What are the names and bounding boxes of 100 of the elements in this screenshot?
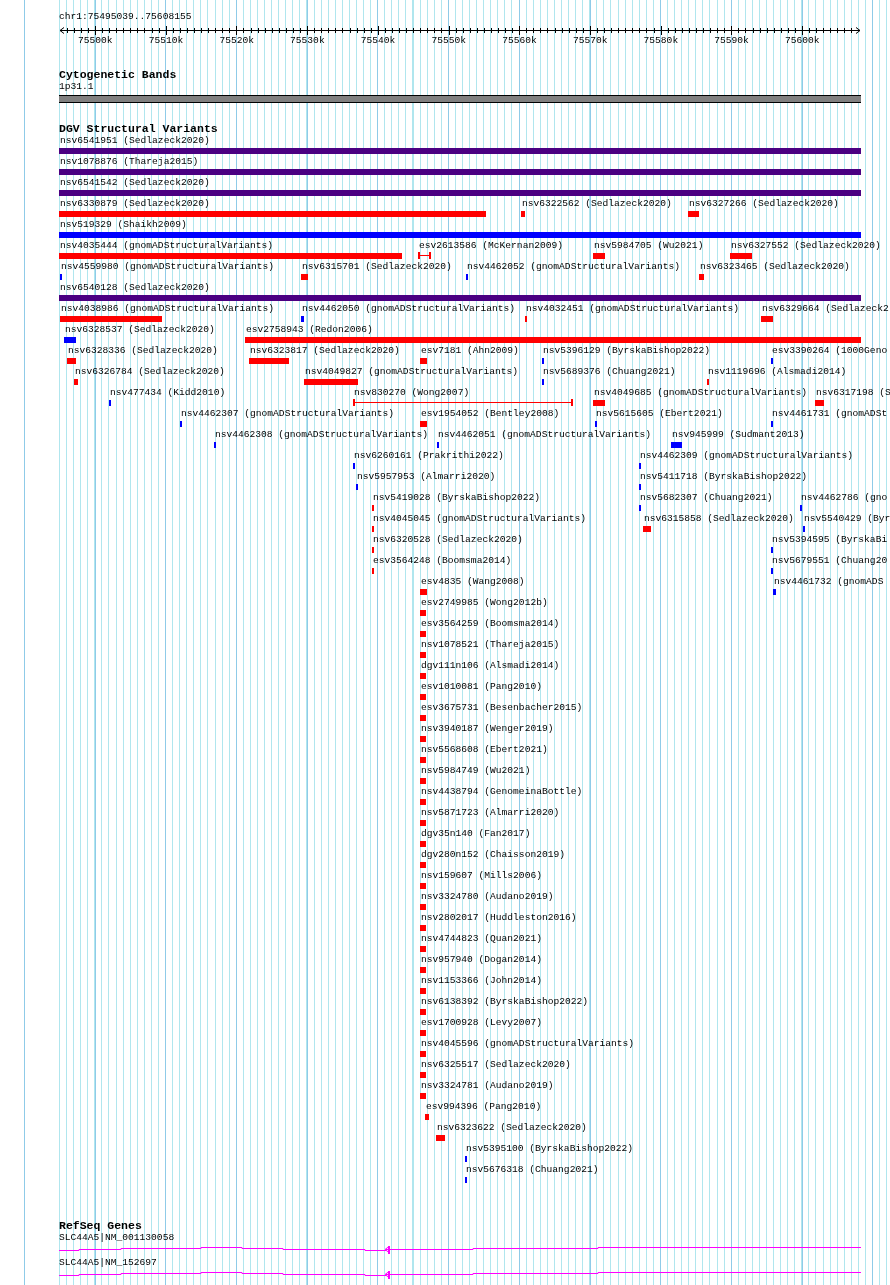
- variant-bar[interactable]: [420, 925, 426, 931]
- variant-bar[interactable]: [420, 1030, 426, 1036]
- variant-bar[interactable]: [420, 820, 426, 826]
- variant-label: nsv3324780 (Audano2019): [421, 891, 554, 903]
- variant-label: nsv4462308 (gnomADStructuralVariants): [215, 429, 429, 441]
- variant-bar[interactable]: [245, 337, 861, 343]
- variant-bar[interactable]: [420, 589, 427, 595]
- variant-bar[interactable]: [420, 1051, 426, 1057]
- variant-label: nsv4462051 (gnomADStructuralVariants): [438, 429, 652, 441]
- variant-label: nsv6327266 (Sedlazeck2020): [689, 198, 839, 210]
- variant-bar[interactable]: [59, 190, 861, 196]
- variant-bar[interactable]: [420, 673, 426, 679]
- variant-label: nsv3940187 (Wenger2019): [421, 723, 554, 735]
- variant-bar[interactable]: [301, 274, 308, 280]
- variant-bar[interactable]: [420, 610, 426, 616]
- variant-label: nsv5984749 (Wu2021): [421, 765, 531, 777]
- variant-bar[interactable]: [688, 211, 699, 217]
- band-label: 1p31.1: [59, 81, 95, 93]
- variant-label: esv1010081 (Pang2010): [421, 681, 542, 693]
- variant-bar[interactable]: [521, 211, 525, 217]
- variant-bar[interactable]: [420, 883, 426, 889]
- gene-model-drawing[interactable]: [59, 1270, 861, 1279]
- variant-bar[interactable]: [671, 442, 682, 448]
- variant-bar[interactable]: [420, 1009, 426, 1015]
- variant-label: nsv6327552 (Sedlazeck2020): [731, 240, 881, 252]
- variant-label: nsv1153366 (John2014): [421, 975, 542, 987]
- variant-bar[interactable]: [420, 694, 426, 700]
- variant-label: nsv5615605 (Ebert2021): [596, 408, 723, 420]
- transcript-label: SLC44A5|NM_152697: [59, 1257, 158, 1269]
- variant-label: nsv4045596 (gnomADStructuralVariants): [421, 1038, 635, 1050]
- tick-label: 75590k: [714, 35, 749, 47]
- variant-bar[interactable]: [699, 274, 704, 280]
- variant-label: nsv957940 (Dogan2014): [421, 954, 542, 966]
- variant-bar[interactable]: [420, 652, 426, 658]
- variant-bar[interactable]: [249, 358, 289, 364]
- variant-bar[interactable]: [420, 421, 427, 427]
- variant-bar[interactable]: [815, 400, 824, 406]
- variant-bar[interactable]: [593, 253, 605, 259]
- variant-label: nsv6322562 (Sedlazeck2020): [522, 198, 672, 210]
- variant-bar[interactable]: [425, 1114, 429, 1120]
- variant-label: esv7181 (Ahn2009): [421, 345, 519, 357]
- variant-bar[interactable]: [420, 715, 426, 721]
- variant-label: nsv4035444 (gnomADStructuralVariants): [60, 240, 274, 252]
- variant-bar[interactable]: [59, 148, 861, 154]
- variant-bar[interactable]: [420, 799, 426, 805]
- variant-label: nsv5540429 (Byr: [804, 513, 890, 525]
- variant-bar[interactable]: [74, 379, 78, 385]
- variant-bar[interactable]: [59, 232, 861, 238]
- variant-label: nsv159607 (Mills2006): [421, 870, 542, 882]
- variant-bar[interactable]: [593, 400, 605, 406]
- variant-label: nsv2802017 (Huddleston2016): [421, 912, 577, 924]
- variant-bar[interactable]: [761, 316, 773, 322]
- variant-bar[interactable]: [60, 316, 162, 322]
- tick-label: 75540k: [360, 35, 396, 47]
- variant-bar[interactable]: [59, 211, 486, 217]
- variant-bar[interactable]: [59, 169, 861, 175]
- variant-bar[interactable]: [420, 1072, 426, 1078]
- variant-label: esv3390264 (1000Geno: [772, 345, 888, 357]
- variant-bar[interactable]: [730, 253, 752, 259]
- variant-bar[interactable]: [420, 757, 426, 763]
- variant-bar[interactable]: [420, 778, 426, 784]
- variant-bar[interactable]: [59, 295, 861, 301]
- variant-bar[interactable]: [420, 841, 426, 847]
- variant-bar[interactable]: [420, 967, 426, 973]
- variant-label: nsv5682307 (Chuang2021): [640, 492, 773, 504]
- variant-label: nsv6323465 (Sedlazeck2020): [700, 261, 850, 273]
- variant-label: nsv6329664 (Sedlazeck2: [762, 303, 889, 315]
- variant-bar[interactable]: [773, 589, 776, 595]
- variant-label: nsv4049827 (gnomADStructuralVariants): [305, 366, 519, 378]
- variant-label: nsv5871723 (Almarri2020): [421, 807, 560, 819]
- variant-label: esv1954052 (Bentley2008): [421, 408, 560, 420]
- variant-bar[interactable]: [420, 862, 426, 868]
- variant-label: nsv4462309 (gnomADStructuralVariants): [640, 450, 854, 462]
- variant-label: nsv6315701 (Sedlazeck2020): [302, 261, 452, 273]
- variant-bar[interactable]: [420, 988, 426, 994]
- variant-label: esv3564248 (Boomsma2014): [373, 555, 512, 567]
- variant-label: dgv111n106 (Alsmadi2014): [421, 660, 560, 672]
- variant-label: nsv6323622 (Sedlazeck2020): [437, 1122, 587, 1134]
- variant-label: nsv4461732 (gnomADS: [774, 576, 884, 588]
- variant-label: nsv5689376 (Chuang2021): [543, 366, 676, 378]
- variant-bar[interactable]: [64, 337, 76, 343]
- variant-bar[interactable]: [67, 358, 76, 364]
- variant-bar[interactable]: [420, 358, 427, 364]
- variant-label: nsv3324781 (Audano2019): [421, 1080, 554, 1092]
- variant-label: nsv5984705 (Wu2021): [594, 240, 704, 252]
- variant-bar[interactable]: [59, 253, 402, 259]
- variant-bar[interactable]: [304, 379, 358, 385]
- variant-label: nsv6541951 (Sedlazeck2020): [60, 135, 210, 147]
- variant-bar[interactable]: [436, 1135, 445, 1141]
- variant-interval[interactable]: [353, 399, 573, 406]
- variant-bar[interactable]: [420, 631, 426, 637]
- variant-bar[interactable]: [420, 946, 426, 952]
- track-title: RefSeq Genes: [59, 1220, 143, 1232]
- variant-bar[interactable]: [420, 736, 426, 742]
- gene-model-drawing[interactable]: [59, 1245, 861, 1254]
- variant-bar[interactable]: [420, 904, 426, 910]
- variant-bar[interactable]: [643, 526, 651, 532]
- variant-bar[interactable]: [420, 1093, 426, 1099]
- variant-interval[interactable]: [418, 252, 431, 259]
- variant-bar[interactable]: [301, 316, 304, 322]
